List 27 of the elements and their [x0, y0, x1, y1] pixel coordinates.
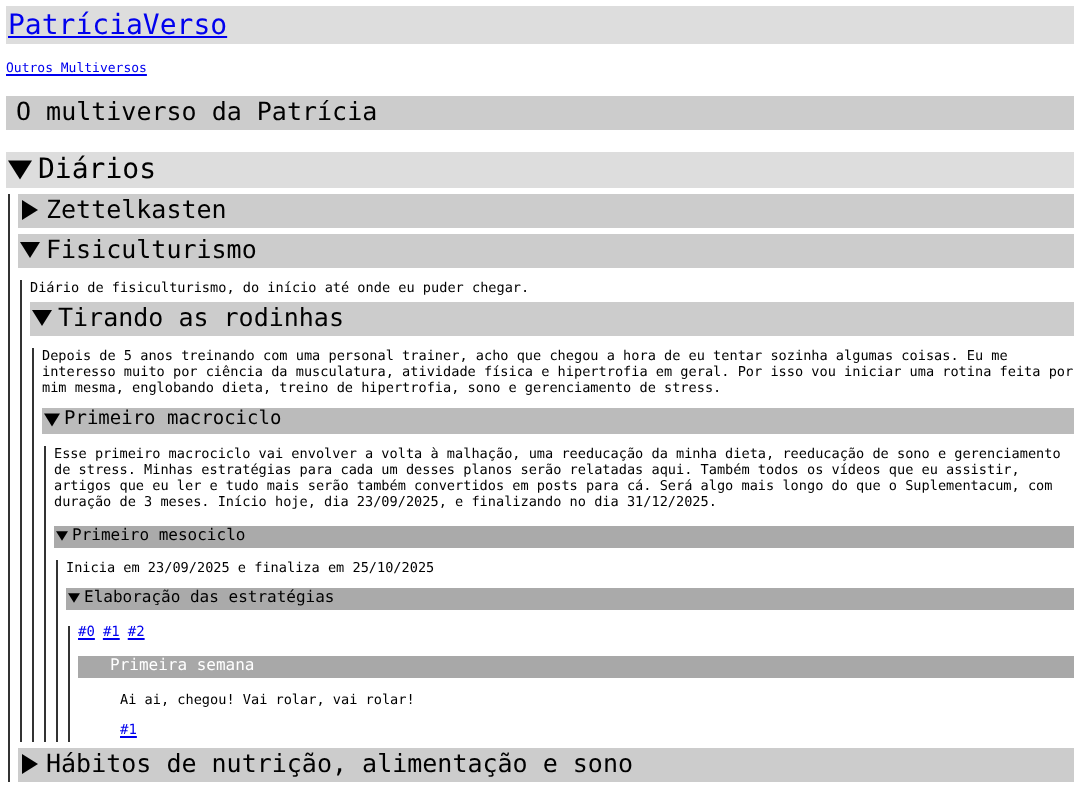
section-title: Hábitos de nutrição, alimentação e sono	[46, 751, 633, 777]
section-title: Primeiro macrociclo	[64, 410, 282, 430]
section-header[interactable]: Zettelkasten	[18, 193, 1074, 227]
collapse-triangle-icon[interactable]	[44, 412, 60, 428]
section-header[interactable]: Hábitos de nutrição, alimentação e sono	[18, 747, 1074, 781]
site-title-link[interactable]: PatríciaVerso	[8, 11, 228, 39]
section-title: Primeiro mesociclo	[72, 528, 246, 544]
section-title: Tirando as rodinhas	[58, 305, 344, 331]
section-header[interactable]: Primeiro mesociclo	[54, 525, 1074, 547]
section-title: Zettelkasten	[46, 197, 227, 223]
expand-triangle-icon[interactable]	[20, 754, 40, 774]
collapse-triangle-icon[interactable]	[56, 530, 68, 542]
collapse-triangle-icon[interactable]	[68, 592, 80, 604]
section-title: Fisiculturismo	[46, 237, 257, 263]
collapse-triangle-icon[interactable]	[20, 240, 40, 260]
expand-triangle-icon[interactable]	[20, 200, 40, 220]
section-title: Diários	[38, 155, 157, 183]
collapse-triangle-icon[interactable]	[32, 308, 52, 328]
section-header[interactable]: Fisiculturismo	[18, 233, 1074, 267]
collapse-triangle-icon[interactable]	[8, 157, 32, 181]
section-header[interactable]: Diários	[6, 151, 1074, 187]
section-header[interactable]: Tirando as rodinhas	[30, 301, 1074, 335]
page-heading: O multiverso da Patrícia	[6, 95, 1074, 129]
entry-header: Primeira semana	[78, 655, 1074, 677]
section-title: Elaboração das estratégias	[84, 590, 335, 606]
section-header[interactable]: Primeiro macrociclo	[42, 407, 1074, 433]
section-header[interactable]: Elaboração das estratégias	[66, 587, 1074, 609]
